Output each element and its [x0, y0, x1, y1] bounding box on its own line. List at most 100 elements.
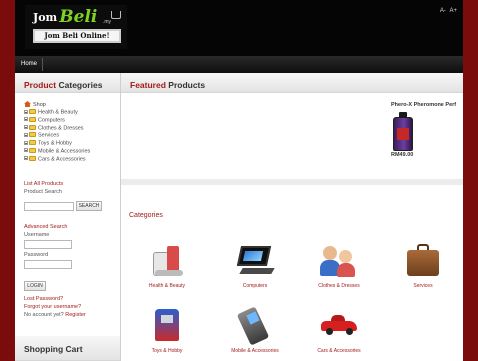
people-icon — [319, 240, 359, 280]
categories-heading: Categories — [129, 212, 163, 219]
left-frame-bar — [0, 0, 15, 361]
category-label: Clothes & Dresses — [318, 283, 360, 289]
password-label: Password — [24, 252, 49, 258]
tree-item-mobile-accessories[interactable]: Mobile & Accessories — [24, 147, 120, 156]
main-content: Featured Products Phero-X Pheromone Perf… — [121, 73, 463, 361]
logo-word-beli: Beli — [59, 7, 98, 27]
category-label: Services — [413, 283, 433, 289]
lost-password-link[interactable]: Lost Password? — [24, 296, 63, 302]
featured-products-panel: Phero-X Pheromone Perf RM49.00 — [121, 93, 463, 179]
nav-divider — [42, 58, 43, 71]
category-computers[interactable]: Computers — [225, 240, 285, 289]
expand-icon[interactable] — [24, 148, 28, 153]
right-frame-bar — [463, 0, 478, 361]
folder-icon — [29, 116, 36, 122]
category-health-beauty[interactable]: Health & Beauty — [137, 240, 197, 289]
home-icon — [24, 101, 31, 107]
password-input[interactable] — [24, 260, 72, 269]
featured-product-price: RM49.00 — [391, 152, 414, 158]
category-label: Mobile & Accessories — [231, 348, 279, 354]
featured-product-image[interactable] — [393, 112, 413, 151]
advanced-search-link[interactable]: Advanced Search — [24, 224, 67, 230]
expand-icon[interactable] — [24, 156, 28, 161]
username-input[interactable] — [24, 240, 72, 249]
mobile-phone-icon — [235, 305, 275, 346]
featured-product-name[interactable]: Phero-X Pheromone Perf — [391, 102, 456, 108]
nav-home-link[interactable]: Home — [21, 61, 37, 67]
username-label: Username — [24, 232, 50, 238]
logo-wordmark: Jom Beli — [33, 7, 97, 27]
login-button[interactable]: LOGIN — [24, 281, 46, 291]
search-button[interactable]: SEARCH — [76, 201, 102, 211]
laptop-icon — [235, 240, 275, 280]
category-clothes-dresses[interactable]: Clothes & Dresses — [309, 240, 369, 289]
expand-icon[interactable] — [24, 132, 28, 137]
tree-item-toys-hobby[interactable]: Toys & Hobby — [24, 140, 120, 148]
folder-icon — [29, 132, 36, 138]
expand-icon[interactable] — [24, 140, 28, 145]
shopping-cart-title: Shopping Cart — [24, 344, 83, 354]
expand-icon[interactable] — [24, 125, 28, 130]
tree-item-clothes-dresses[interactable]: Clothes & Dresses — [24, 124, 120, 133]
tree-item-label: Health & Beauty — [38, 109, 78, 116]
folder-icon — [29, 109, 36, 114]
main-nav: Home — [15, 56, 463, 73]
tree-item-label: Cars & Accessories — [38, 156, 86, 163]
tree-item-label: Toys & Hobby — [38, 140, 72, 147]
briefcase-icon — [403, 240, 443, 280]
tree-item-health-beauty[interactable]: Health & Beauty — [24, 109, 120, 117]
page: Jom Beli .my Jom Beli Online! A- A+ Home… — [15, 0, 463, 361]
folder-icon — [29, 155, 36, 161]
list-all-products-link[interactable]: List All Products — [24, 181, 63, 187]
tree-item-cars-accessories[interactable]: Cars & Accessories — [24, 155, 120, 164]
category-label: Toys & Hobby — [151, 348, 183, 354]
health-beauty-icon — [147, 240, 187, 280]
product-search-input[interactable] — [24, 202, 74, 211]
product-categories-title-a: Product — [24, 80, 57, 90]
folder-icon — [29, 147, 36, 153]
forgot-username-link[interactable]: Forgot your username? — [24, 304, 81, 310]
featured-title-b: Products — [168, 80, 206, 90]
tree-item-computers[interactable]: Computers — [24, 116, 120, 125]
featured-products-header: Featured Products — [121, 73, 463, 93]
expand-icon[interactable] — [24, 117, 28, 122]
tree-item-label: Computers — [38, 117, 65, 124]
expand-icon[interactable] — [24, 109, 28, 114]
logo-tagline: Jom Beli Online! — [33, 29, 121, 43]
shopping-cart-header: Shopping Cart — [15, 336, 120, 361]
category-services[interactable]: Services — [393, 240, 453, 289]
cart-icon — [111, 11, 121, 19]
category-toys-hobby[interactable]: Toys & Hobby — [137, 305, 197, 354]
logo-word-jom: Jom — [33, 11, 58, 24]
product-search-label: Product Search — [24, 189, 62, 195]
product-categories-header: Product Categories — [15, 73, 120, 93]
font-increase-button[interactable]: A+ — [449, 8, 457, 14]
categories-section: Categories Health & Beauty Computers Clo… — [121, 185, 463, 361]
tree-item-label: Clothes & Dresses — [38, 125, 84, 132]
register-link[interactable]: Register — [65, 312, 85, 318]
tree-item-services[interactable]: Services — [24, 132, 120, 140]
robot-toy-icon — [147, 305, 187, 345]
folder-icon — [29, 124, 36, 130]
no-account-label: No account yet? — [24, 312, 64, 318]
sidebar: Product Categories Shop Health & Beauty … — [15, 73, 121, 361]
category-label: Health & Beauty — [148, 283, 186, 289]
category-tree: Shop Health & Beauty Computers Clothes &… — [24, 101, 120, 164]
category-label: Computers — [242, 283, 268, 289]
site-header: Jom Beli .my Jom Beli Online! A- A+ — [15, 0, 463, 56]
product-categories-title-b: Categories — [58, 80, 103, 90]
site-logo[interactable]: Jom Beli .my Jom Beli Online! — [25, 5, 127, 49]
category-label: Cars & Accessories — [317, 348, 361, 354]
folder-icon — [29, 140, 36, 146]
font-size-controls: A- A+ — [438, 8, 457, 14]
featured-title-a: Featured — [130, 80, 166, 90]
tree-root-shop[interactable]: Shop — [24, 101, 120, 109]
logo-suffix: .my — [103, 19, 112, 25]
tree-item-label: Mobile & Accessories — [38, 148, 91, 155]
car-icon — [319, 305, 359, 345]
category-mobile-accessories[interactable]: Mobile & Accessories — [225, 305, 285, 354]
font-decrease-button[interactable]: A- — [440, 8, 446, 14]
category-cars-accessories[interactable]: Cars & Accessories — [309, 305, 369, 354]
tree-root-label: Shop — [33, 102, 46, 108]
tree-item-label: Services — [38, 132, 60, 139]
